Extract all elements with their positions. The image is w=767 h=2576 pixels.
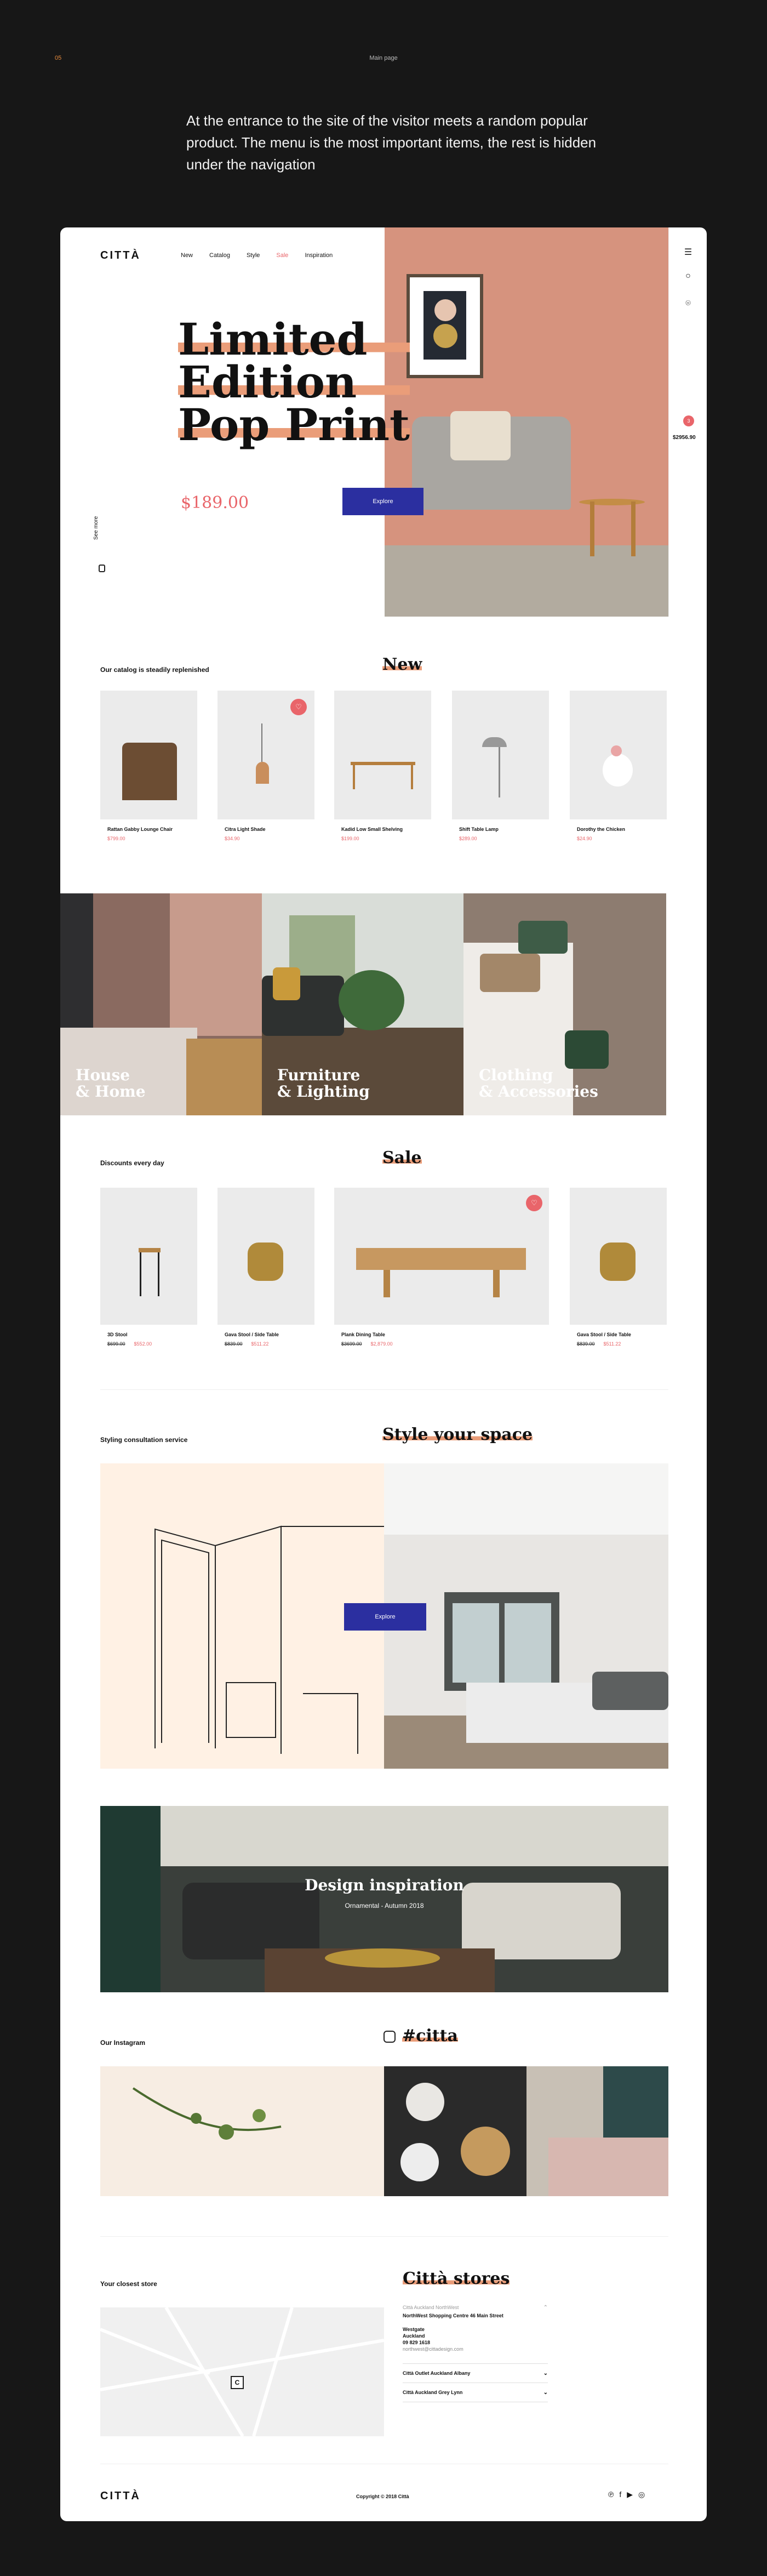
product-name[interactable]: 3D Stool	[107, 1332, 128, 1337]
product-price: $3699.00 $2,879.00	[341, 1341, 393, 1347]
product-image[interactable]	[334, 1188, 549, 1325]
inspiration-subtitle: Ornamental - Autumn 2018	[345, 1902, 424, 1910]
product-name[interactable]: Gava Stool / Side Table	[577, 1332, 631, 1337]
product-name[interactable]: Citra Light Shade	[225, 827, 266, 832]
inspiration-banner[interactable]: Design inspiration Ornamental - Autumn 2…	[100, 1806, 668, 1992]
hero-image	[385, 227, 668, 617]
hero-explore-button[interactable]: Explore	[342, 488, 423, 515]
style-photo-image	[384, 1463, 668, 1769]
store-suburb: Westgate	[403, 2327, 425, 2332]
logo[interactable]: CITTÀ	[100, 249, 141, 262]
store-item[interactable]: Città Auckland Grey Lynn ⌄	[403, 2390, 548, 2396]
store-map[interactable]: C	[100, 2307, 384, 2436]
store-open-name[interactable]: Città Auckland NorthWest ⌃	[403, 2305, 548, 2311]
store-item[interactable]: Città Outlet Auckland Albany ⌄	[403, 2370, 548, 2376]
cart-total: $2956.90	[673, 435, 696, 441]
instagram-icon[interactable]	[384, 2031, 396, 2043]
product-price: $799.00	[107, 836, 125, 841]
instagram-subtitle: Our Instagram	[100, 2039, 146, 2047]
store-address: NorthWest Shopping Centre 46 Main Street	[403, 2313, 503, 2318]
presentation-number: 05	[55, 55, 62, 61]
hero-title: Limited Edition Pop Print	[178, 317, 410, 451]
style-title: Style your space	[382, 1425, 533, 1444]
instagram-title: #citta	[402, 2026, 458, 2045]
footer-logo[interactable]: CITTÀ	[100, 2490, 141, 2503]
hero-title-line: Edition	[178, 360, 410, 404]
instagram-photo[interactable]	[100, 2066, 384, 2196]
inspiration-title: Design inspiration	[305, 1876, 464, 1894]
category-clothing-accessories[interactable]: Clothing & Accessories	[463, 893, 666, 1115]
product-price: $24.90	[577, 836, 592, 841]
product-image[interactable]	[100, 1188, 197, 1325]
store-city: Auckland	[403, 2333, 425, 2339]
store-phone[interactable]: 09 829 1618	[403, 2340, 548, 2345]
product-name[interactable]: Rattan Gabby Lounge Chair	[107, 827, 173, 832]
main-nav: New Catalog Style Sale Inspiration	[181, 252, 333, 259]
style-explore-button[interactable]: Explore	[344, 1603, 426, 1631]
nav-catalog[interactable]: Catalog	[209, 252, 230, 259]
heart-icon[interactable]: ♡	[526, 1195, 542, 1211]
product-image[interactable]	[100, 691, 197, 819]
product-name[interactable]: Plank Dining Table	[341, 1332, 385, 1337]
stores-subtitle: Your closest store	[100, 2280, 157, 2288]
location-pin-icon[interactable]: ⌾	[669, 299, 707, 309]
presentation-description: At the entrance to the site of the visit…	[186, 112, 597, 173]
nav-sale[interactable]: Sale	[276, 252, 288, 259]
mouse-icon	[99, 565, 105, 572]
product-image[interactable]	[334, 691, 431, 819]
hero-title-line: Limited	[178, 317, 410, 361]
facebook-icon[interactable]: f	[619, 2490, 621, 2499]
style-sketch-image	[100, 1463, 384, 1769]
product-price: $839.00 $511.22	[225, 1341, 269, 1347]
sale-subtitle: Discounts every day	[100, 1159, 164, 1167]
store-email[interactable]: northwest@cittadesign.com	[403, 2346, 548, 2352]
product-image[interactable]	[570, 1188, 667, 1325]
product-price: $199.00	[341, 836, 359, 841]
product-name[interactable]: Kadid Low Small Shelving	[341, 827, 403, 832]
style-subtitle: Styling consultation service	[100, 1436, 188, 1444]
hero-title-line: Pop Print	[178, 399, 410, 451]
cart-badge[interactable]: 3	[683, 415, 694, 426]
hero-price: $189.00	[181, 493, 249, 512]
category-house-home[interactable]: House & Home	[60, 893, 262, 1115]
stores-title: Città stores	[403, 2269, 510, 2288]
site-frame: CITTÀ New Catalog Style Sale Inspiration…	[60, 227, 707, 2521]
new-title: New	[382, 655, 422, 674]
footer-copyright: Copyright © 2018 Città	[356, 2494, 409, 2499]
product-price: $34.90	[225, 836, 240, 841]
product-image[interactable]	[217, 1188, 314, 1325]
instagram-photo[interactable]	[526, 2066, 668, 2196]
category-label: Furniture & Lighting	[277, 1066, 370, 1101]
nav-style[interactable]: Style	[247, 252, 260, 259]
product-name[interactable]: Dorothy the Chicken	[577, 827, 625, 832]
nav-new[interactable]: New	[181, 252, 193, 259]
category-label: Clothing & Accessories	[479, 1066, 598, 1101]
instagram-icon[interactable]: ◎	[638, 2490, 645, 2499]
sale-title: Sale	[382, 1148, 422, 1167]
product-price: $699.00 $552.00	[107, 1341, 152, 1347]
product-name[interactable]: Shift Table Lamp	[459, 827, 499, 832]
see-more-link[interactable]: See more	[93, 516, 99, 540]
product-image[interactable]	[452, 691, 549, 819]
category-label: House & Home	[76, 1066, 146, 1101]
store-pin-icon[interactable]: C	[231, 2376, 244, 2389]
divider	[100, 2236, 668, 2237]
heart-icon[interactable]: ♡	[290, 699, 307, 715]
new-subtitle: Our catalog is steadily replenished	[100, 666, 209, 674]
product-name[interactable]: Gava Stool / Side Table	[225, 1332, 279, 1337]
social-links: ℗ f ▶ ◎	[608, 2490, 645, 2499]
pinterest-icon[interactable]: ℗	[608, 2490, 614, 2499]
category-furniture-lighting[interactable]: Furniture & Lighting	[262, 893, 463, 1115]
product-price: $289.00	[459, 836, 477, 841]
instagram-photo[interactable]	[384, 2066, 526, 2196]
youtube-icon[interactable]: ▶	[627, 2490, 633, 2499]
presentation-title: Main page	[369, 55, 398, 61]
menu-icon[interactable]: ☰	[669, 247, 707, 258]
divider	[100, 1389, 668, 1390]
search-icon[interactable]: ○	[669, 271, 707, 281]
product-price: $839.00 $511.22	[577, 1341, 621, 1347]
nav-inspiration[interactable]: Inspiration	[305, 252, 333, 259]
product-image[interactable]	[570, 691, 667, 819]
